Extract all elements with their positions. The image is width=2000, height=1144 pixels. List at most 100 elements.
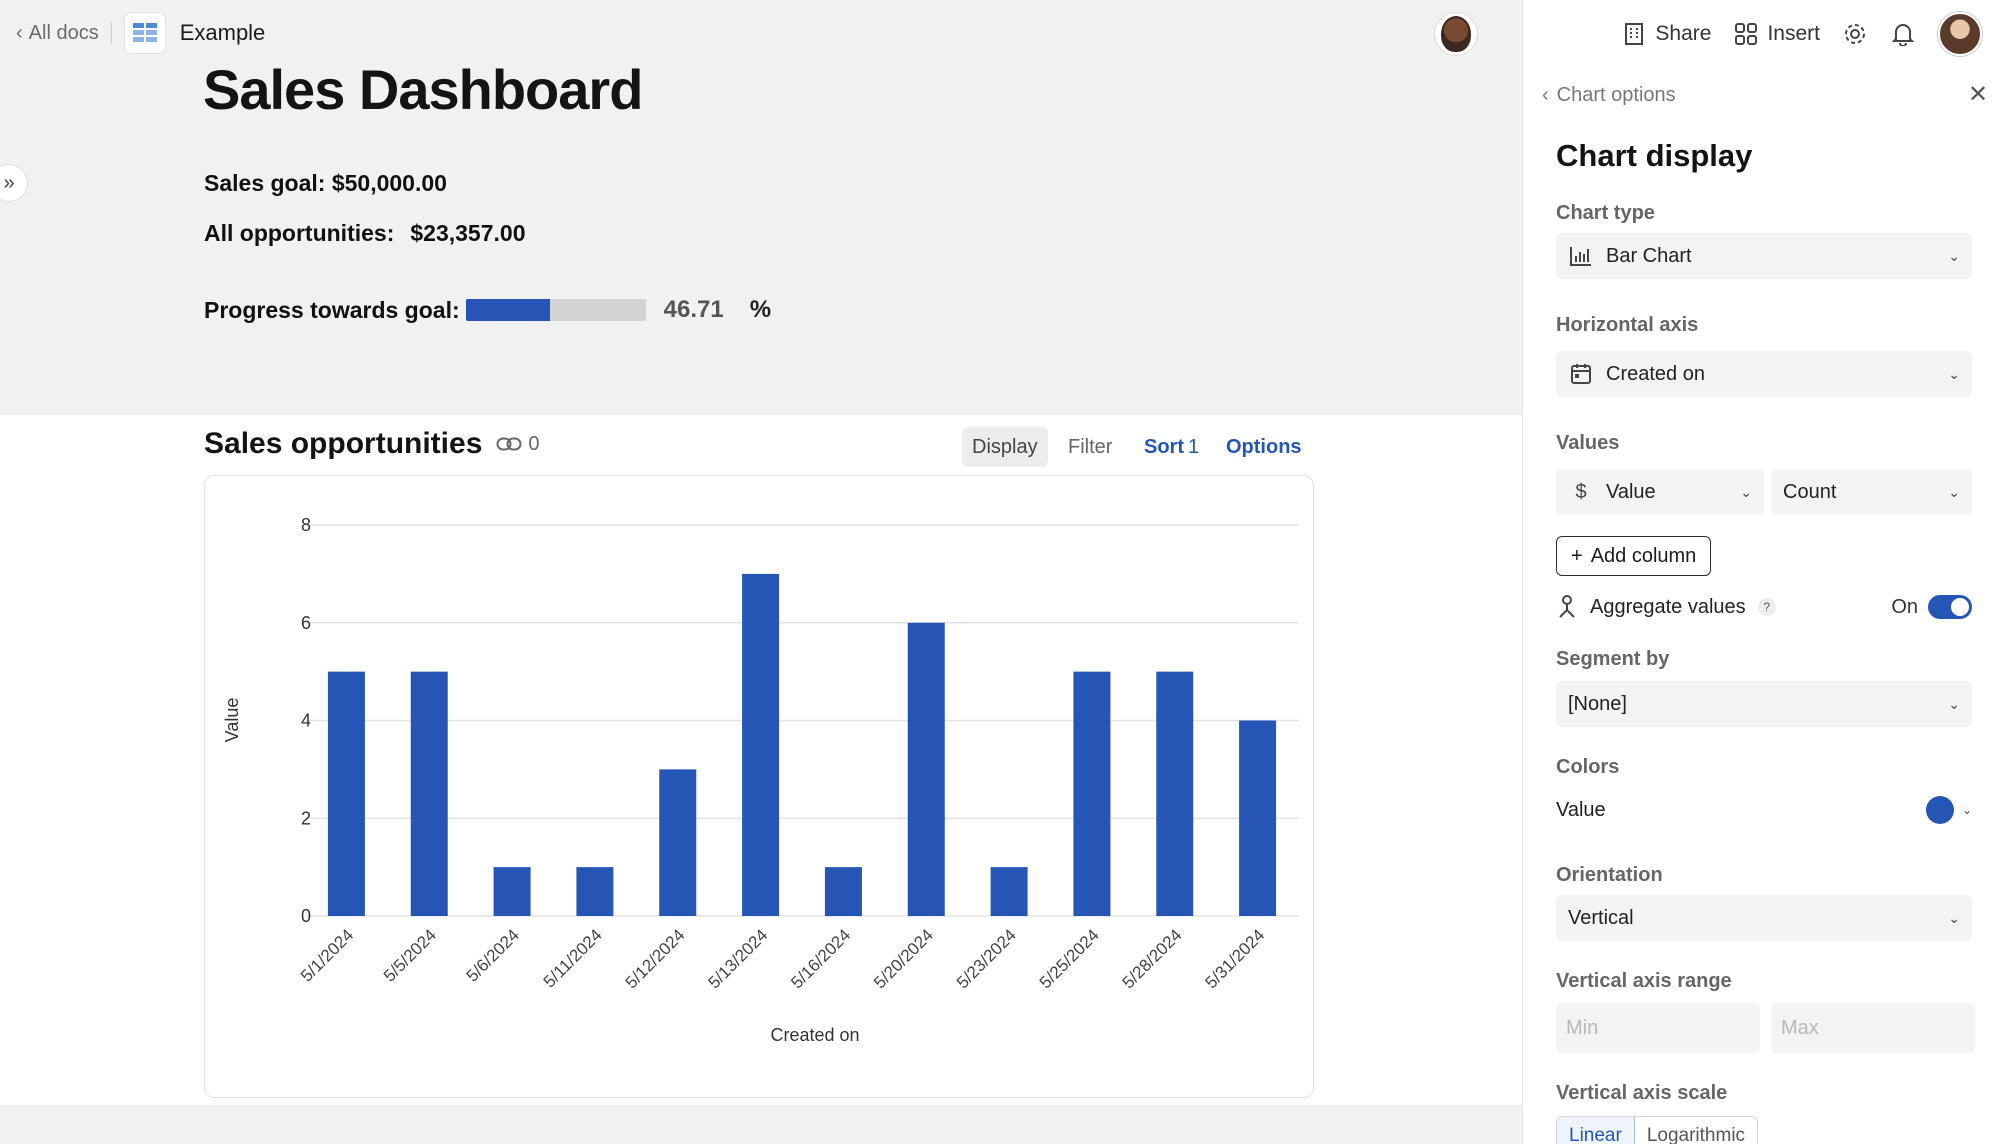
chart-options-back-link[interactable]: ‹ Chart options [1542, 84, 1676, 107]
panel-title: Chart display [1556, 138, 1753, 173]
aggregate-values-toggle[interactable] [1928, 595, 1972, 619]
progress-bar [465, 299, 646, 321]
segment-by-select[interactable]: [None] ⌄ [1556, 681, 1972, 727]
x-tick-label: 5/1/2024 [297, 925, 357, 985]
x-tick-label: 5/11/2024 [540, 925, 606, 991]
building-icon [1621, 21, 1647, 47]
vertical-axis-min-input[interactable] [1556, 1003, 1760, 1053]
doc-table-icon[interactable] [123, 12, 166, 54]
vertical-axis-max-input[interactable] [1771, 1003, 1975, 1053]
x-tick-label: 5/31/2024 [1201, 925, 1268, 992]
segment-by-label: Segment by [1556, 648, 1670, 670]
insert-label: Insert [1767, 22, 1820, 45]
vertical-axis-scale-toggle: Linear Logarithmic [1556, 1116, 1759, 1144]
bar [659, 769, 697, 916]
top-toolbar: Share Insert [1621, 12, 1982, 56]
vertical-axis-range-label: Vertical axis range [1556, 970, 1732, 992]
values-aggregation-select[interactable]: Count ⌄ [1771, 469, 1972, 515]
dollar-icon: $ [1575, 480, 1587, 503]
link-count[interactable]: 0 [496, 432, 540, 456]
doc-name[interactable]: Example [180, 20, 266, 46]
bar [327, 671, 365, 916]
sort-button[interactable]: Sort 1 [1134, 427, 1209, 467]
grid-plus-icon [1733, 21, 1759, 47]
y-axis-title: Value [222, 698, 242, 743]
close-icon[interactable]: ✕ [1968, 80, 1988, 109]
all-docs-link[interactable]: ‹ All docs [16, 22, 99, 45]
collaborator-avatar[interactable] [1434, 12, 1478, 56]
chart-card: 0 2 4 6 8 5/1/2024 5/5/2024 5/6/2024 5/11/2024 5/… [204, 475, 1314, 1098]
progress-label: Progress towards goal: [204, 296, 460, 323]
add-column-button[interactable]: + Add column [1556, 536, 1712, 576]
scale-logarithmic-option[interactable]: Logarithmic [1635, 1117, 1757, 1144]
insert-button[interactable]: Insert [1733, 21, 1820, 47]
all-docs-label: All docs [28, 21, 99, 44]
chart-type-value: Bar Chart [1606, 244, 1692, 267]
chevron-left-icon: ‹ [16, 21, 23, 44]
progress-value: 46.71 [663, 296, 724, 323]
chevron-down-icon: ⌄ [1948, 695, 1960, 712]
aggregate-values-row: Aggregate values ? On [1556, 592, 1972, 622]
options-button[interactable]: Options [1216, 427, 1312, 467]
calendar-icon [1568, 363, 1594, 385]
bell-icon[interactable] [1890, 21, 1916, 47]
bar [742, 573, 780, 916]
values-aggregation-value: Count [1783, 480, 1837, 503]
chevron-down-icon: ⌄ [1948, 365, 1960, 382]
gear-icon[interactable] [1842, 21, 1868, 47]
aggregate-icon [1556, 595, 1578, 619]
aggregate-values-label: Aggregate values [1590, 595, 1746, 618]
x-tick-label: 5/6/2024 [463, 925, 523, 985]
share-button[interactable]: Share [1621, 21, 1711, 47]
values-column-select[interactable]: $ Value ⌄ [1556, 469, 1764, 515]
chevron-down-icon[interactable]: ⌄ [1962, 803, 1972, 817]
color-swatch[interactable] [1925, 796, 1954, 824]
all-opportunities-value: $23,357.00 [410, 220, 526, 246]
plus-icon: + [1571, 544, 1583, 567]
sales-goal-text: Sales goal: $50,000.00 [204, 170, 447, 196]
colors-row: Value ⌄ [1556, 796, 1972, 824]
chart-type-select[interactable]: Bar Chart ⌄ [1556, 233, 1972, 279]
horizontal-axis-label: Horizontal axis [1556, 314, 1699, 336]
all-opportunities-line: All opportunities: $23,357.00 [204, 220, 526, 247]
x-tick-label: 5/13/2024 [704, 925, 771, 992]
progress-bar-fill [465, 299, 550, 321]
page-title: Sales Dashboard [203, 58, 643, 121]
section-title-text: Sales opportunities [204, 427, 483, 460]
scale-linear-option[interactable]: Linear [1557, 1117, 1635, 1144]
values-label: Values [1556, 432, 1620, 454]
bar [1239, 720, 1277, 916]
x-tick-label: 5/25/2024 [1036, 925, 1103, 992]
bar [1073, 671, 1111, 916]
user-avatar[interactable] [1938, 12, 1982, 56]
orientation-value: Vertical [1568, 906, 1634, 929]
progress-unit: % [749, 296, 772, 323]
chevron-down-icon: ⌄ [1948, 909, 1960, 926]
horizontal-axis-value: Created on [1606, 362, 1705, 385]
display-button[interactable]: Display [962, 427, 1048, 467]
orientation-select[interactable]: Vertical ⌄ [1556, 895, 1972, 941]
chevron-left-icon: ‹ [1542, 84, 1549, 106]
bar [824, 867, 862, 916]
y-tick-label: 6 [301, 613, 311, 633]
chart-type-label: Chart type [1556, 202, 1655, 224]
x-tick-label: 5/20/2024 [870, 925, 937, 992]
segment-by-value: [None] [1568, 692, 1627, 715]
expand-sidebar-icon[interactable]: » [0, 164, 28, 202]
sort-count: 1 [1188, 435, 1200, 458]
doc-breadcrumb: ‹ All docs Example [16, 12, 266, 54]
bar [990, 867, 1028, 916]
y-tick-label: 8 [301, 515, 311, 535]
x-tick-label: 5/28/2024 [1119, 925, 1186, 992]
filter-button[interactable]: Filter [1058, 427, 1122, 467]
link-count-value: 0 [528, 432, 540, 455]
horizontal-axis-select[interactable]: Created on ⌄ [1556, 351, 1972, 397]
all-opportunities-label: All opportunities: [204, 220, 395, 246]
chart-options-label: Chart options [1556, 84, 1676, 106]
bar [576, 867, 614, 916]
aggregate-state: On [1891, 595, 1918, 618]
help-icon[interactable]: ? [1757, 598, 1776, 616]
colors-label: Colors [1556, 756, 1620, 778]
add-column-label: Add column [1590, 544, 1697, 567]
chevron-down-icon: ⌄ [1948, 483, 1960, 500]
